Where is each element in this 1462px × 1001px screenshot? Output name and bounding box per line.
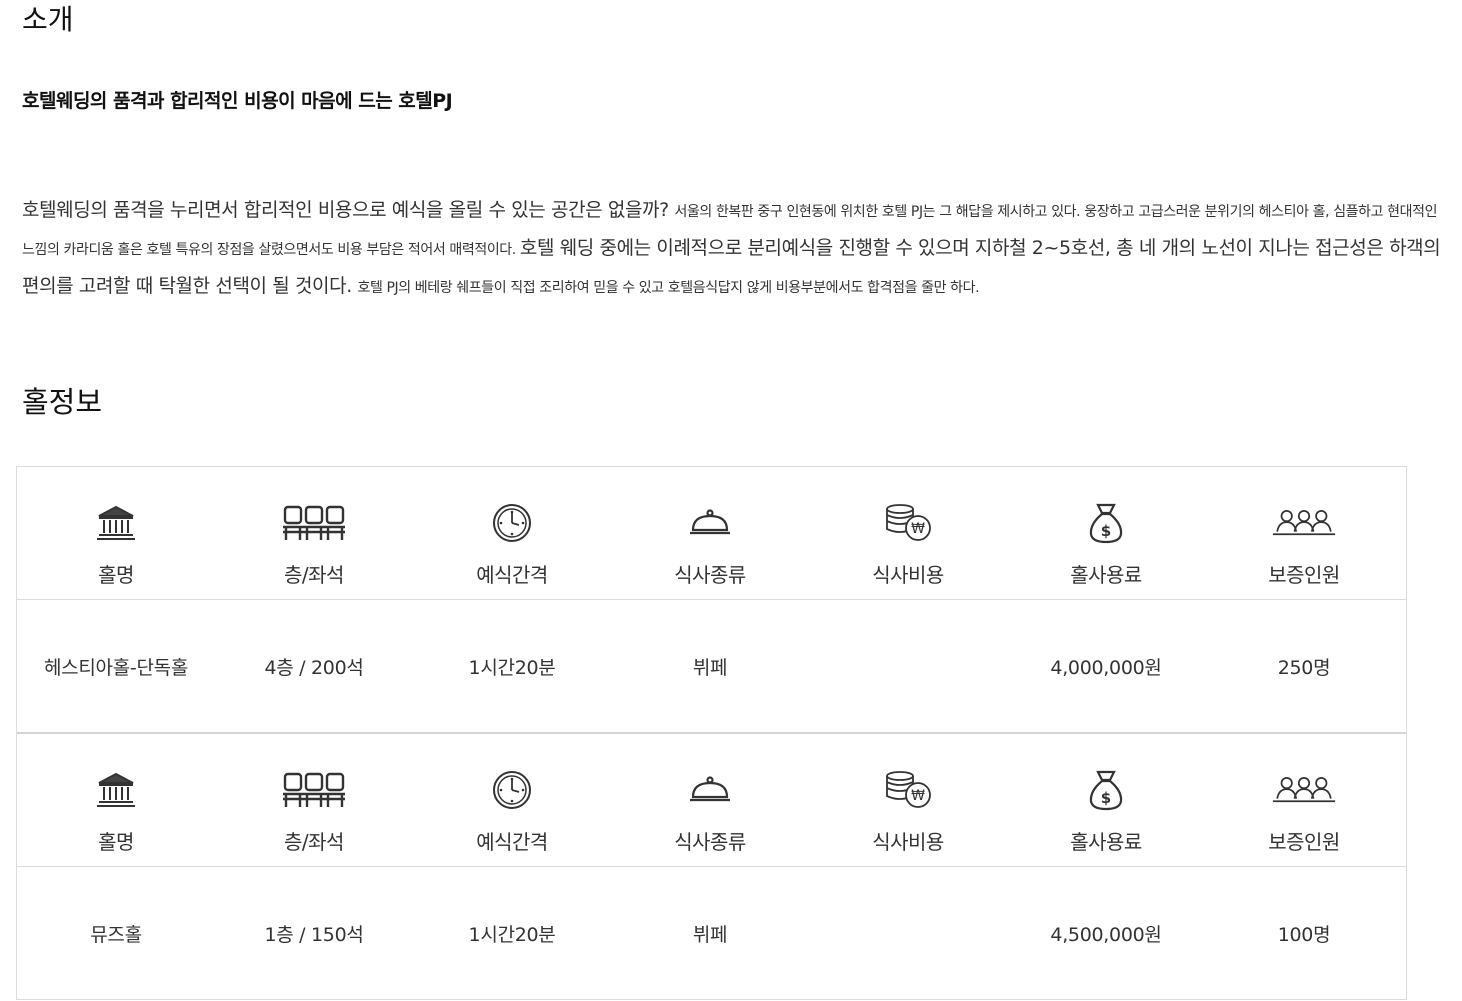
header-cell: 층/좌석	[215, 734, 413, 866]
header-cell: ₩ 식사비용	[809, 467, 1007, 599]
hall-block: 홀명 층/좌석 예식간격 식사종류 ₩ 식사비용 $ 홀사용료 보증인원 헤스티아…	[17, 467, 1406, 732]
food-cloche-icon	[678, 768, 742, 812]
value-cell: 4층 / 200석	[215, 600, 413, 732]
seats-icon	[282, 768, 346, 812]
header-cell: ₩ 식사비용	[809, 734, 1007, 866]
hall-building-icon	[84, 768, 148, 812]
hall-header-row: 홀명 층/좌석 예식간격 식사종류 ₩ 식사비용 $ 홀사용료 보증인원	[17, 467, 1406, 600]
header-label: 홀사용료	[1070, 563, 1142, 587]
floor-seats-value: 1층 / 150석	[264, 923, 364, 946]
svg-text:$: $	[1101, 522, 1111, 540]
header-label: 홀명	[98, 563, 134, 587]
svg-text:$: $	[1101, 789, 1111, 807]
header-cell: 식사종류	[611, 467, 809, 599]
hall-name-value: 헤스티아홀-단독홀	[44, 656, 188, 679]
header-cell: 보증인원	[1205, 467, 1403, 599]
header-cell: $ 홀사용료	[1007, 734, 1205, 866]
header-label: 식사종류	[674, 830, 746, 854]
value-cell: 뮤즈홀	[17, 867, 215, 999]
clock-icon	[480, 768, 544, 812]
value-cell: 뷔페	[611, 867, 809, 999]
header-cell: 보증인원	[1205, 734, 1403, 866]
intro-body: 호텔웨딩의 품격을 누리면서 합리적인 비용으로 예식을 올릴 수 있는 공간은…	[22, 192, 1442, 306]
header-cell: 홀명	[17, 467, 215, 599]
value-cell: 4,500,000원	[1007, 867, 1205, 999]
header-cell: 예식간격	[413, 467, 611, 599]
value-cell: 헤스티아홀-단독홀	[17, 600, 215, 732]
svg-text:₩: ₩	[911, 521, 925, 537]
people-group-icon	[1272, 501, 1336, 545]
header-label: 보증인원	[1268, 563, 1340, 587]
header-label: 식사비용	[872, 830, 944, 854]
value-cell: 4,000,000원	[1007, 600, 1205, 732]
floor-seats-value: 4층 / 200석	[264, 656, 364, 679]
header-cell: 층/좌석	[215, 467, 413, 599]
hall-fee-value: 4,500,000원	[1050, 923, 1162, 946]
value-cell: 100명	[1205, 867, 1403, 999]
money-bag-icon: $	[1074, 501, 1138, 545]
seats-icon	[282, 501, 346, 545]
hall-value-row: 뮤즈홀 1층 / 150석 1시간20분 뷔페 4,500,000원 100명	[17, 867, 1406, 999]
header-label: 홀명	[98, 830, 134, 854]
header-label: 층/좌석	[284, 830, 344, 854]
coins-won-icon: ₩	[876, 501, 940, 545]
value-cell	[809, 867, 1007, 999]
header-label: 예식간격	[476, 830, 548, 854]
meal-type-value: 뷔페	[692, 923, 728, 946]
money-bag-icon: $	[1074, 768, 1138, 812]
interval-value: 1시간20분	[468, 923, 556, 946]
header-label: 홀사용료	[1070, 830, 1142, 854]
coins-won-icon: ₩	[876, 768, 940, 812]
value-cell: 1시간20분	[413, 600, 611, 732]
guarantee-value: 100명	[1277, 923, 1331, 946]
intro-body-segment: 호텔웨딩의 품격을 누리면서 합리적인 비용으로 예식을 올릴 수 있는 공간은…	[22, 199, 675, 221]
intro-title: 소개	[22, 3, 74, 36]
hall-info-title: 홀정보	[22, 385, 103, 419]
value-cell: 뷔페	[611, 600, 809, 732]
header-cell: 식사종류	[611, 734, 809, 866]
clock-icon	[480, 501, 544, 545]
hall-name-value: 뮤즈홀	[90, 923, 142, 946]
value-cell: 1시간20분	[413, 867, 611, 999]
header-label: 예식간격	[476, 563, 548, 587]
meal-type-value: 뷔페	[692, 656, 728, 679]
guarantee-value: 250명	[1277, 656, 1331, 679]
interval-value: 1시간20분	[468, 656, 556, 679]
hall-header-row: 홀명 층/좌석 예식간격 식사종류 ₩ 식사비용 $ 홀사용료 보증인원	[17, 734, 1406, 867]
people-group-icon	[1272, 768, 1336, 812]
intro-body-segment: 호텔 PJ의 베테랑 쉐프들이 직접 조리하여 믿을 수 있고 호텔음식답지 않…	[357, 280, 980, 296]
header-cell: 홀명	[17, 734, 215, 866]
food-cloche-icon	[678, 501, 742, 545]
value-cell: 250명	[1205, 600, 1403, 732]
svg-text:₩: ₩	[911, 788, 925, 804]
hall-info-table: 홀명 층/좌석 예식간격 식사종류 ₩ 식사비용 $ 홀사용료 보증인원 헤스티아…	[16, 466, 1407, 1000]
hall-block: 홀명 층/좌석 예식간격 식사종류 ₩ 식사비용 $ 홀사용료 보증인원뮤즈홀 1…	[17, 732, 1406, 999]
hall-value-row: 헤스티아홀-단독홀 4층 / 200석 1시간20분 뷔페 4,000,000원 250명	[17, 600, 1406, 732]
header-label: 식사비용	[872, 563, 944, 587]
header-cell: $ 홀사용료	[1007, 467, 1205, 599]
header-cell: 예식간격	[413, 734, 611, 866]
header-label: 보증인원	[1268, 830, 1340, 854]
value-cell	[809, 600, 1007, 732]
header-label: 층/좌석	[284, 563, 344, 587]
header-label: 식사종류	[674, 563, 746, 587]
value-cell: 1층 / 150석	[215, 867, 413, 999]
hall-fee-value: 4,000,000원	[1050, 656, 1162, 679]
intro-subtitle: 호텔웨딩의 품격과 합리적인 비용이 마음에 드는 호텔PJ	[22, 90, 453, 112]
hall-building-icon	[84, 501, 148, 545]
